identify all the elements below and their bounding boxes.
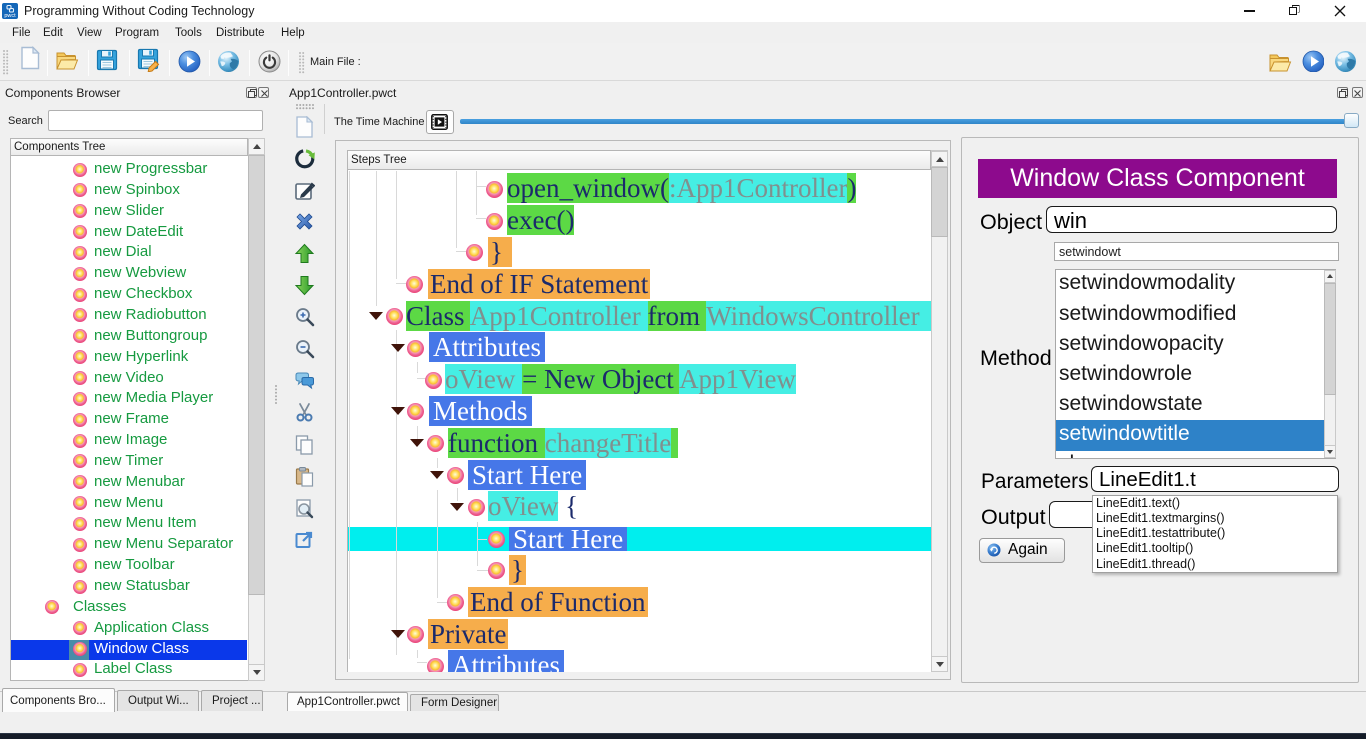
svg-text:pwct: pwct — [4, 13, 16, 19]
